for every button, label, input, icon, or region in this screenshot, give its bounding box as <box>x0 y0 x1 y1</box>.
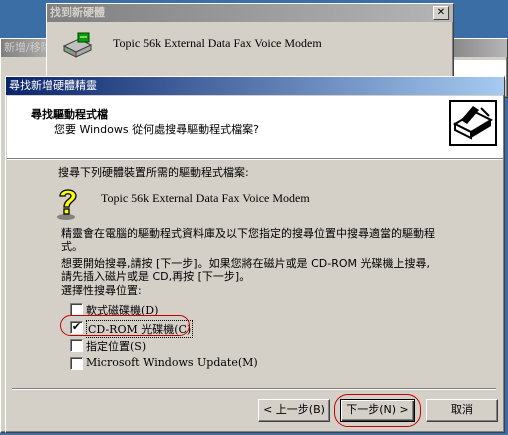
question-icon <box>52 185 84 221</box>
para2-line2: 請先插入磁片或是 CD,再按 [下一步]。 <box>61 270 251 283</box>
close-icon[interactable]: ✕ <box>433 6 449 20</box>
button-divider <box>12 388 496 390</box>
para2-line1: 想要開始搜尋,請按 [下一步]。如果您將在磁片或是 CD-ROM 光碟機上搜尋, <box>61 257 430 270</box>
para1-line2: 式。 <box>61 240 83 253</box>
found-hardware-title: 找到新硬體 <box>47 4 453 22</box>
para1-line1: 精靈會在電腦的驅動程式資料庫及以下您指定的搜尋位置中搜尋適當的驅動程 <box>61 227 435 240</box>
wizard-window: 尋找新增硬體精靈 尋找驅動程式檔 您要 Windows 從何處搜尋驅動程式檔案?… <box>5 76 505 433</box>
modem-icon <box>61 30 93 62</box>
location-label[interactable]: 指定位置(S) <box>86 338 146 354</box>
found-hardware-window: 找到新硬體 ✕ Topic 56k External Data Fax Voic… <box>46 3 454 83</box>
search-intro: 搜尋下列硬體裝置所需的驅動程式檔案: <box>58 166 249 179</box>
optional-label: 選擇性搜尋位置: <box>61 284 142 297</box>
floppy-checkbox[interactable] <box>70 303 83 316</box>
found-device-name: Topic 56k External Data Fax Voice Modem <box>113 36 322 50</box>
cdrom-checkbox[interactable]: ✔ <box>70 321 83 334</box>
floppy-label[interactable]: 軟式磁碟機(D) <box>86 302 158 318</box>
cdrom-label[interactable]: CD-ROM 光碟機(C) <box>86 320 194 338</box>
wizard-header: 尋找驅動程式檔 您要 Windows 從何處搜尋驅動程式檔案? <box>7 96 503 158</box>
cancel-button[interactable]: 取消 <box>426 399 498 422</box>
header-subtitle: 您要 Windows 從何處搜尋驅動程式檔案? <box>54 123 259 136</box>
header-divider <box>7 158 503 160</box>
header-title: 尋找驅動程式檔 <box>31 108 108 121</box>
location-checkbox[interactable] <box>70 339 83 352</box>
hardware-wizard-icon <box>449 100 497 146</box>
back-button[interactable]: < 上一步(B) <box>258 399 330 422</box>
next-button[interactable]: 下一步(N) > <box>340 399 415 422</box>
wizard-title: 尋找新增硬體精靈 <box>6 77 504 95</box>
update-checkbox[interactable] <box>70 357 83 370</box>
update-label[interactable]: Microsoft Windows Update(M) <box>86 356 258 369</box>
wizard-device-name: Topic 56k External Data Fax Voice Modem <box>101 191 310 205</box>
